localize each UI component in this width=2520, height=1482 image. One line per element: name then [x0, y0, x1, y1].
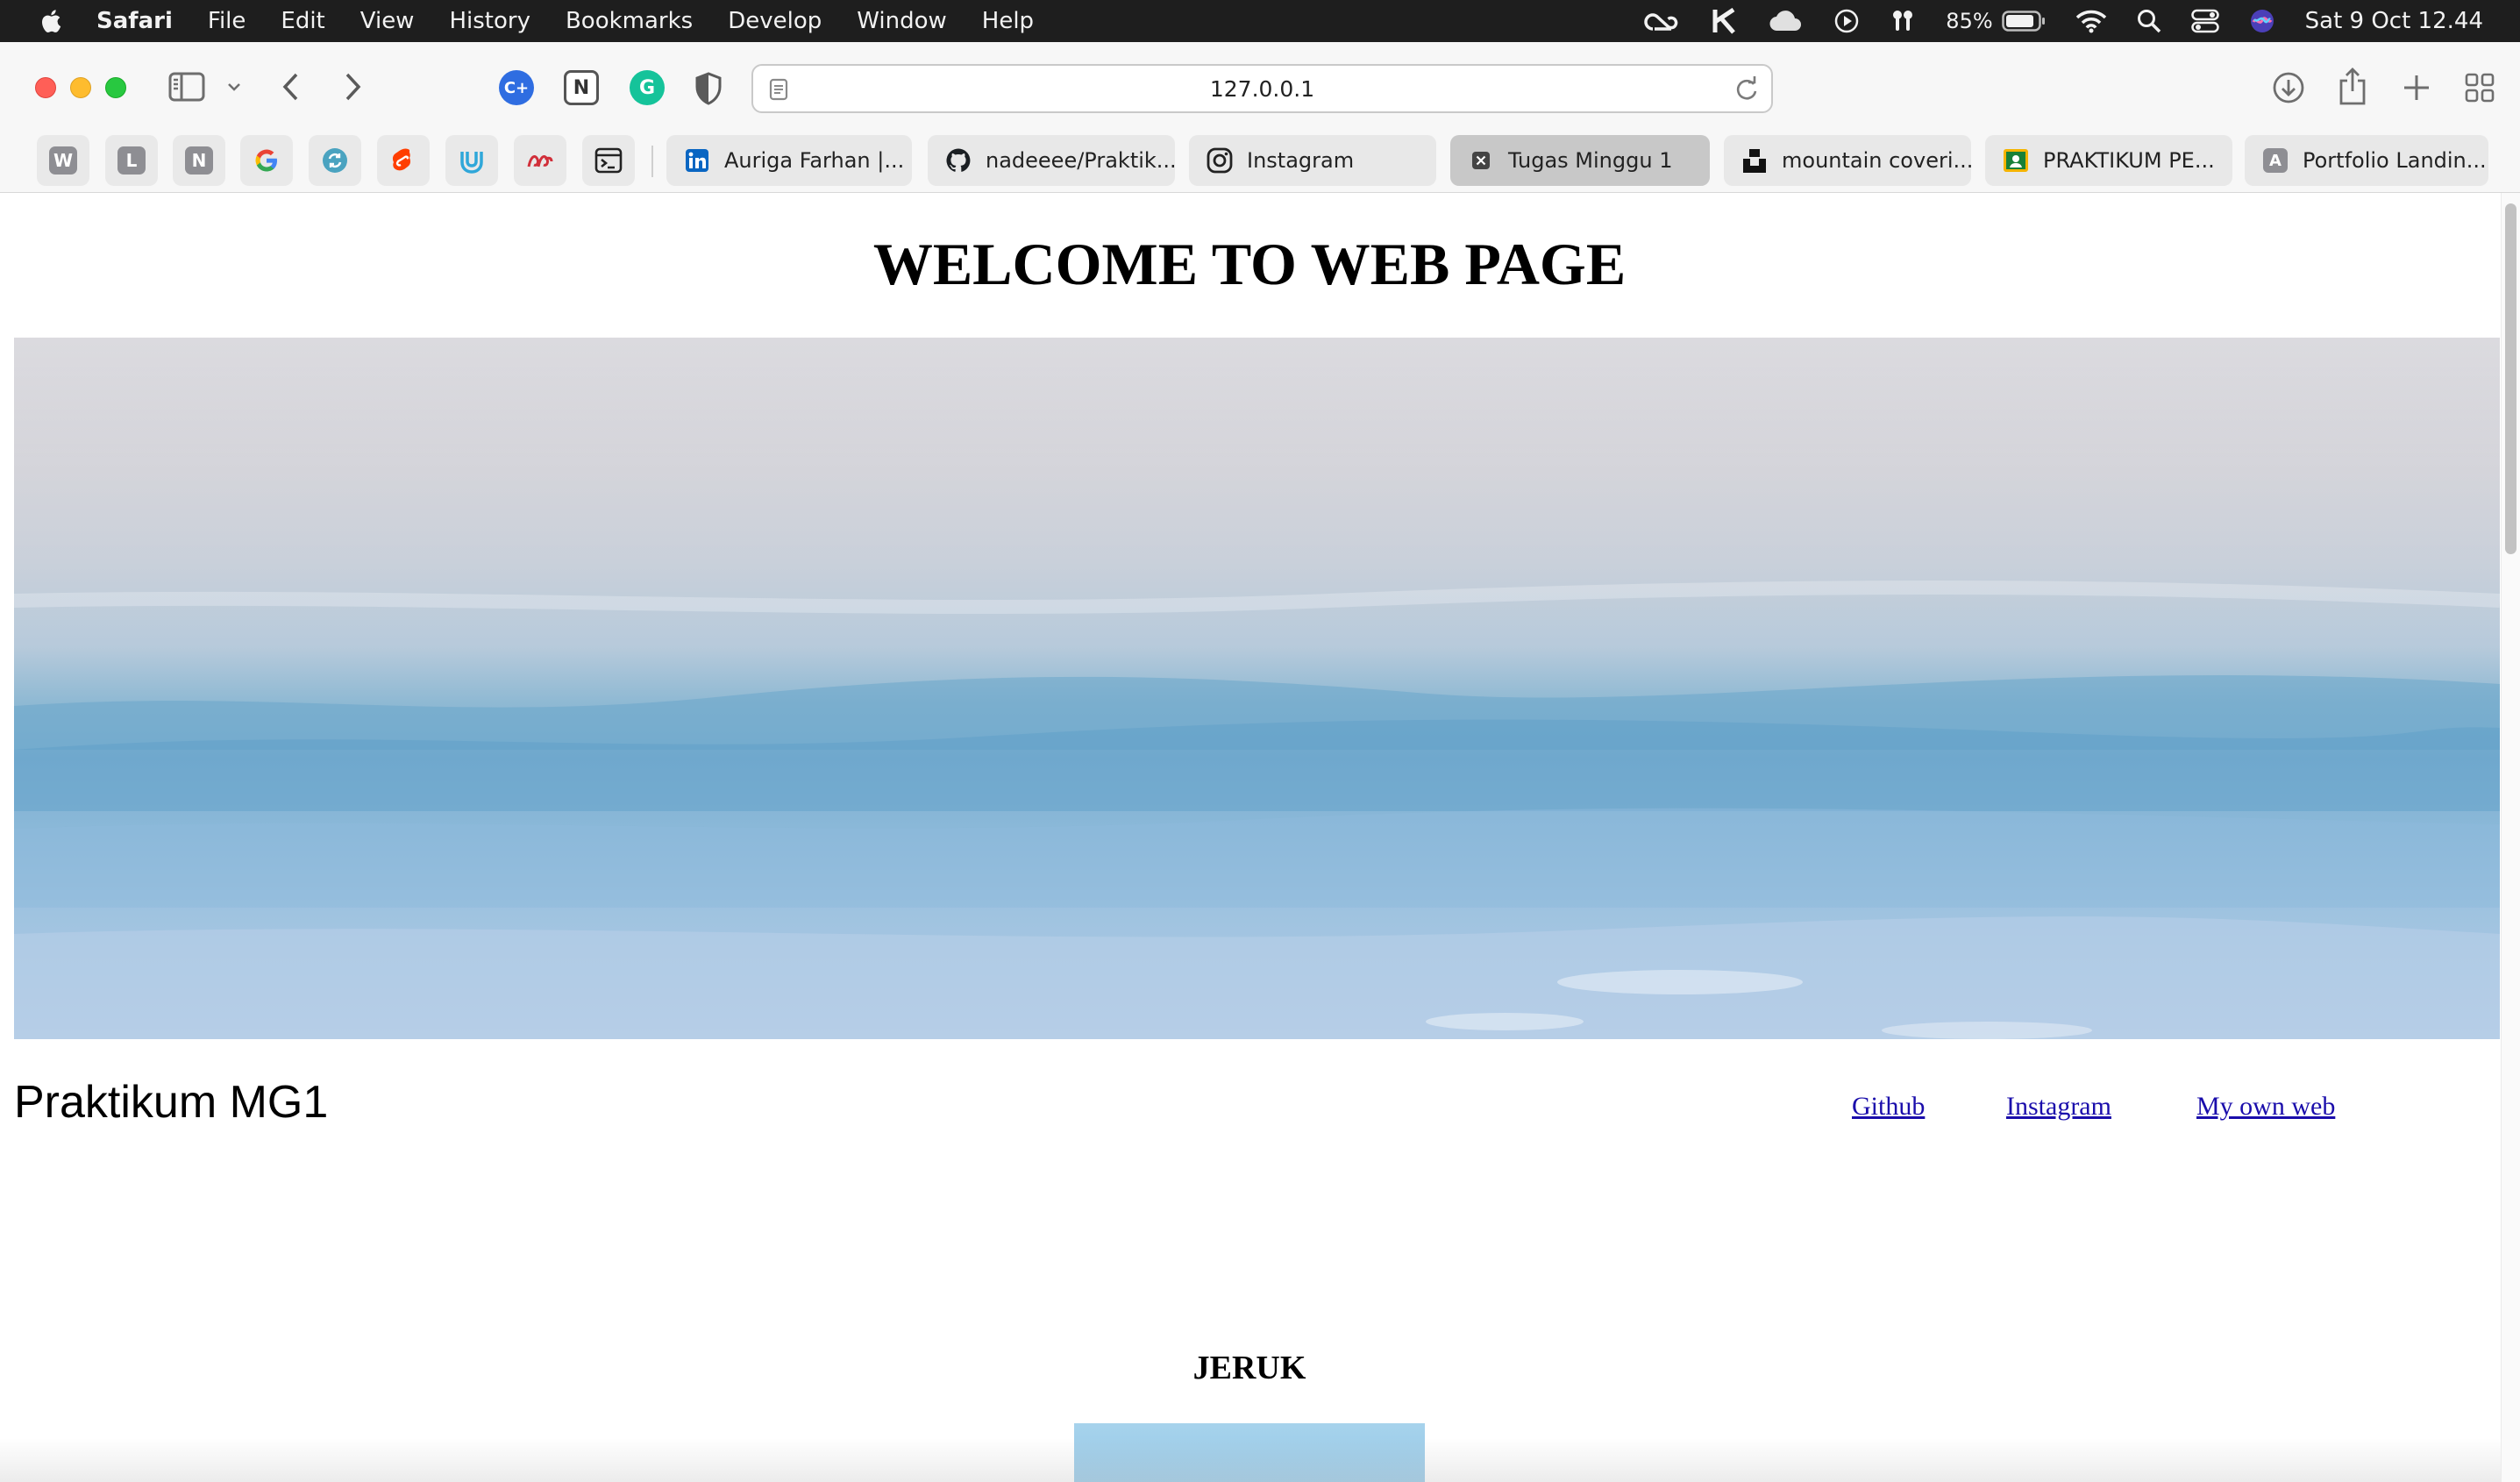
tab-linkedin-label: Auriga Farhan |... [724, 148, 905, 173]
k-app-icon[interactable] [1711, 8, 1739, 34]
tab-instagram-label: Instagram [1247, 148, 1355, 173]
apple-icon[interactable] [39, 8, 61, 34]
reload-icon[interactable] [1734, 76, 1759, 108]
favorite-sync[interactable] [309, 135, 361, 186]
grammarly-label: G [638, 76, 656, 99]
bottom-shadow [0, 1438, 2501, 1482]
linkedin-icon [684, 147, 710, 174]
back-icon[interactable] [281, 72, 302, 102]
privacy-shield-icon[interactable] [694, 72, 723, 105]
close-icon[interactable] [1468, 147, 1494, 174]
control-center-icon[interactable] [2190, 9, 2219, 33]
sidebar-icon[interactable] [168, 72, 205, 102]
window-close-button[interactable] [35, 77, 56, 98]
favorite-w[interactable]: W [37, 135, 89, 186]
favorite-l-letter: L [117, 146, 146, 175]
favorites-separator [651, 146, 653, 177]
sync-icon [323, 148, 347, 173]
tab-praktikum[interactable]: PRAKTIKUM PE... [1985, 135, 2232, 186]
battery-percent[interactable]: 85% [1946, 9, 1992, 33]
menu-app-name[interactable]: Safari [96, 8, 173, 34]
menu-history[interactable]: History [449, 8, 530, 34]
favorite-n[interactable]: N [173, 135, 225, 186]
tab-linkedin[interactable]: Auriga Farhan |... [666, 135, 912, 186]
web-icon [527, 155, 553, 167]
play-icon[interactable] [1833, 8, 1860, 34]
window-minimize-button[interactable] [70, 77, 91, 98]
link-instagram[interactable]: Instagram [2006, 1092, 2111, 1122]
favorite-web[interactable] [514, 135, 566, 186]
address-bar[interactable]: 127.0.0.1 [751, 64, 1773, 113]
menu-bookmarks[interactable]: Bookmarks [566, 8, 693, 34]
menu-file[interactable]: File [208, 8, 246, 34]
extension-cplus-icon[interactable]: C+ [499, 70, 534, 105]
menu-window[interactable]: Window [857, 8, 947, 34]
tab-portfolio-label: Portfolio Landin... [2303, 148, 2487, 173]
favorite-google[interactable] [240, 135, 293, 186]
notion-icon[interactable]: N [564, 70, 599, 105]
favorite-n-letter: N [185, 146, 213, 175]
tab-instagram[interactable]: Instagram [1189, 135, 1436, 186]
a-letter-icon: A [2262, 147, 2289, 174]
favorite-udemy[interactable] [445, 135, 498, 186]
menu-bar: Safari File Edit View History Bookmarks … [0, 0, 2520, 42]
site-title: Praktikum MG1 [14, 1077, 329, 1128]
share-icon[interactable] [2338, 67, 2367, 105]
status-area: 85% Sat 9 Oct 12.44 [1614, 0, 2483, 42]
link-my-own-web[interactable]: My own web [2196, 1092, 2335, 1122]
page-heading: WELCOME TO WEB PAGE [872, 231, 1627, 297]
link-github[interactable]: Github [1852, 1092, 1925, 1122]
tab-github-label: nadeeee/Praktik... [986, 148, 1175, 173]
tab-bar: W L N Auriga Farhan |... nadeeee/Praktik… [0, 135, 2520, 193]
wifi-icon[interactable] [2075, 9, 2107, 33]
spotlight-search-icon[interactable] [2137, 9, 2161, 33]
github-icon [945, 147, 972, 174]
hero-image [14, 338, 2500, 1039]
chevron-down-icon[interactable] [226, 81, 242, 93]
classroom-icon [2003, 147, 2029, 174]
cloud-icon[interactable] [1769, 10, 1804, 32]
page-icon [769, 78, 788, 106]
tab-github[interactable]: nadeeee/Praktik... [928, 135, 1175, 186]
tab-portfolio[interactable]: A Portfolio Landin... [2245, 135, 2488, 186]
forward-icon[interactable] [342, 72, 363, 102]
tab-unsplash[interactable]: mountain coveri... [1724, 135, 1971, 186]
browser-toolbar: C+ N G 127.0.0.1 [0, 42, 2520, 135]
siri-icon[interactable] [2249, 8, 2275, 34]
tab-praktikum-label: PRAKTIKUM PE... [2043, 148, 2215, 173]
tab-unsplash-label: mountain coveri... [1782, 148, 1971, 173]
unsplash-icon [1741, 147, 1768, 174]
scrollbar-thumb[interactable] [2505, 203, 2516, 554]
battery-icon[interactable] [2001, 10, 2046, 32]
terminal-icon [594, 147, 623, 174]
instagram-icon [1207, 147, 1233, 174]
menu-clock[interactable]: Sat 9 Oct 12.44 [2305, 8, 2483, 34]
new-tab-icon[interactable] [2401, 72, 2432, 103]
web-page: WELCOME TO WEB PAGE Praktikum MG1 Github… [0, 193, 2520, 1482]
creative-cloud-icon[interactable] [1644, 8, 1681, 34]
menu-help[interactable]: Help [982, 8, 1034, 34]
download-icon[interactable] [2271, 70, 2306, 105]
favorite-l[interactable]: L [105, 135, 158, 186]
menu-edit[interactable]: Edit [281, 8, 324, 34]
url-text[interactable]: 127.0.0.1 [1210, 76, 1314, 102]
window-zoom-button[interactable] [105, 77, 126, 98]
tab-tugas-minggu-1[interactable]: Tugas Minggu 1 [1450, 135, 1710, 186]
svelte-icon [392, 148, 411, 171]
udemy-icon [460, 152, 483, 174]
airpods-icon[interactable] [1890, 8, 1916, 34]
section-title: JERUK [1192, 1350, 1306, 1386]
favorite-terminal[interactable] [582, 135, 635, 186]
tab-tugas-label: Tugas Minggu 1 [1508, 148, 1673, 173]
favorite-w-letter: W [49, 146, 77, 175]
notion-label: N [573, 76, 590, 99]
menu-view[interactable]: View [360, 8, 415, 34]
extension-cplus-label: C+ [503, 78, 530, 97]
grammarly-icon[interactable]: G [630, 70, 665, 105]
google-icon [255, 149, 277, 172]
tab-overview-icon[interactable] [2464, 72, 2495, 103]
favorite-svelte[interactable] [377, 135, 430, 186]
menu-develop[interactable]: Develop [728, 8, 822, 34]
